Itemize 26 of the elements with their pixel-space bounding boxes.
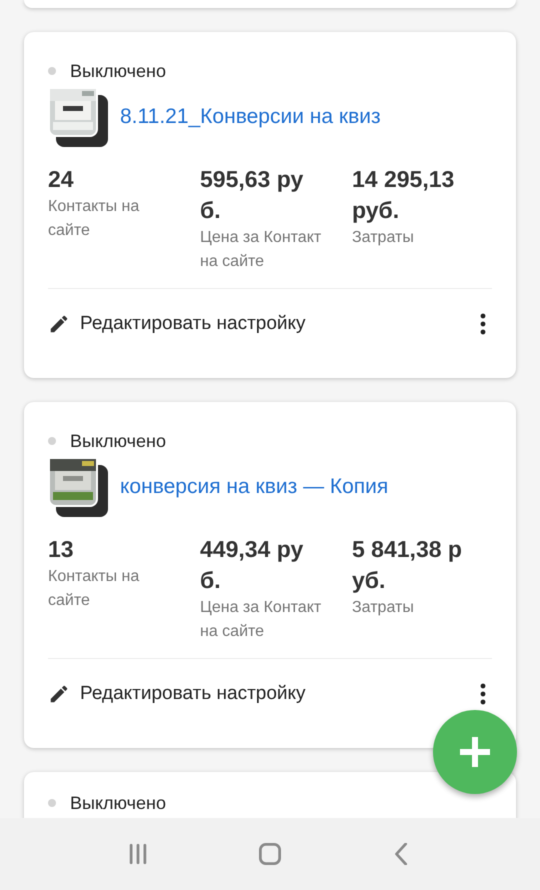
metric-value: 14 295,13 руб. bbox=[352, 165, 456, 225]
metric-value: 24 bbox=[48, 165, 74, 194]
recent-apps-icon[interactable] bbox=[127, 843, 149, 865]
metric-label: Цена за Контакт на сайте bbox=[200, 598, 322, 642]
metric-value: 13 bbox=[48, 535, 74, 564]
pencil-icon bbox=[48, 313, 70, 335]
plus-icon bbox=[460, 737, 490, 767]
more-options-icon[interactable] bbox=[480, 313, 486, 335]
metric-value: 595,63 руб. bbox=[200, 165, 304, 225]
metric-label: Контакты на сайте bbox=[48, 567, 140, 611]
metric-label: Контакты на сайте bbox=[48, 197, 140, 241]
metric-value: 449,34 руб. bbox=[200, 535, 304, 595]
edit-setting-button[interactable]: Редактировать настройку bbox=[48, 313, 306, 335]
more-options-icon[interactable] bbox=[480, 683, 486, 705]
pencil-icon bbox=[48, 683, 70, 705]
status-label: Выключено bbox=[70, 60, 166, 82]
metric-value: 5 841,38 руб. bbox=[352, 535, 463, 595]
metric-label: Затраты bbox=[352, 598, 414, 618]
metric-label: Цена за Контакт на сайте bbox=[200, 228, 322, 272]
status-label: Выключено bbox=[70, 430, 166, 452]
home-icon[interactable] bbox=[259, 843, 281, 865]
campaign-title-link[interactable]: конверсия на квиз — Копия bbox=[120, 475, 388, 499]
metric-label: Затраты bbox=[352, 228, 414, 248]
campaign-title-link[interactable]: 8.11.21_Конверсии на квиз bbox=[120, 105, 381, 129]
status-label: Выключено bbox=[70, 792, 166, 814]
edit-setting-button[interactable]: Редактировать настройку bbox=[48, 683, 306, 705]
